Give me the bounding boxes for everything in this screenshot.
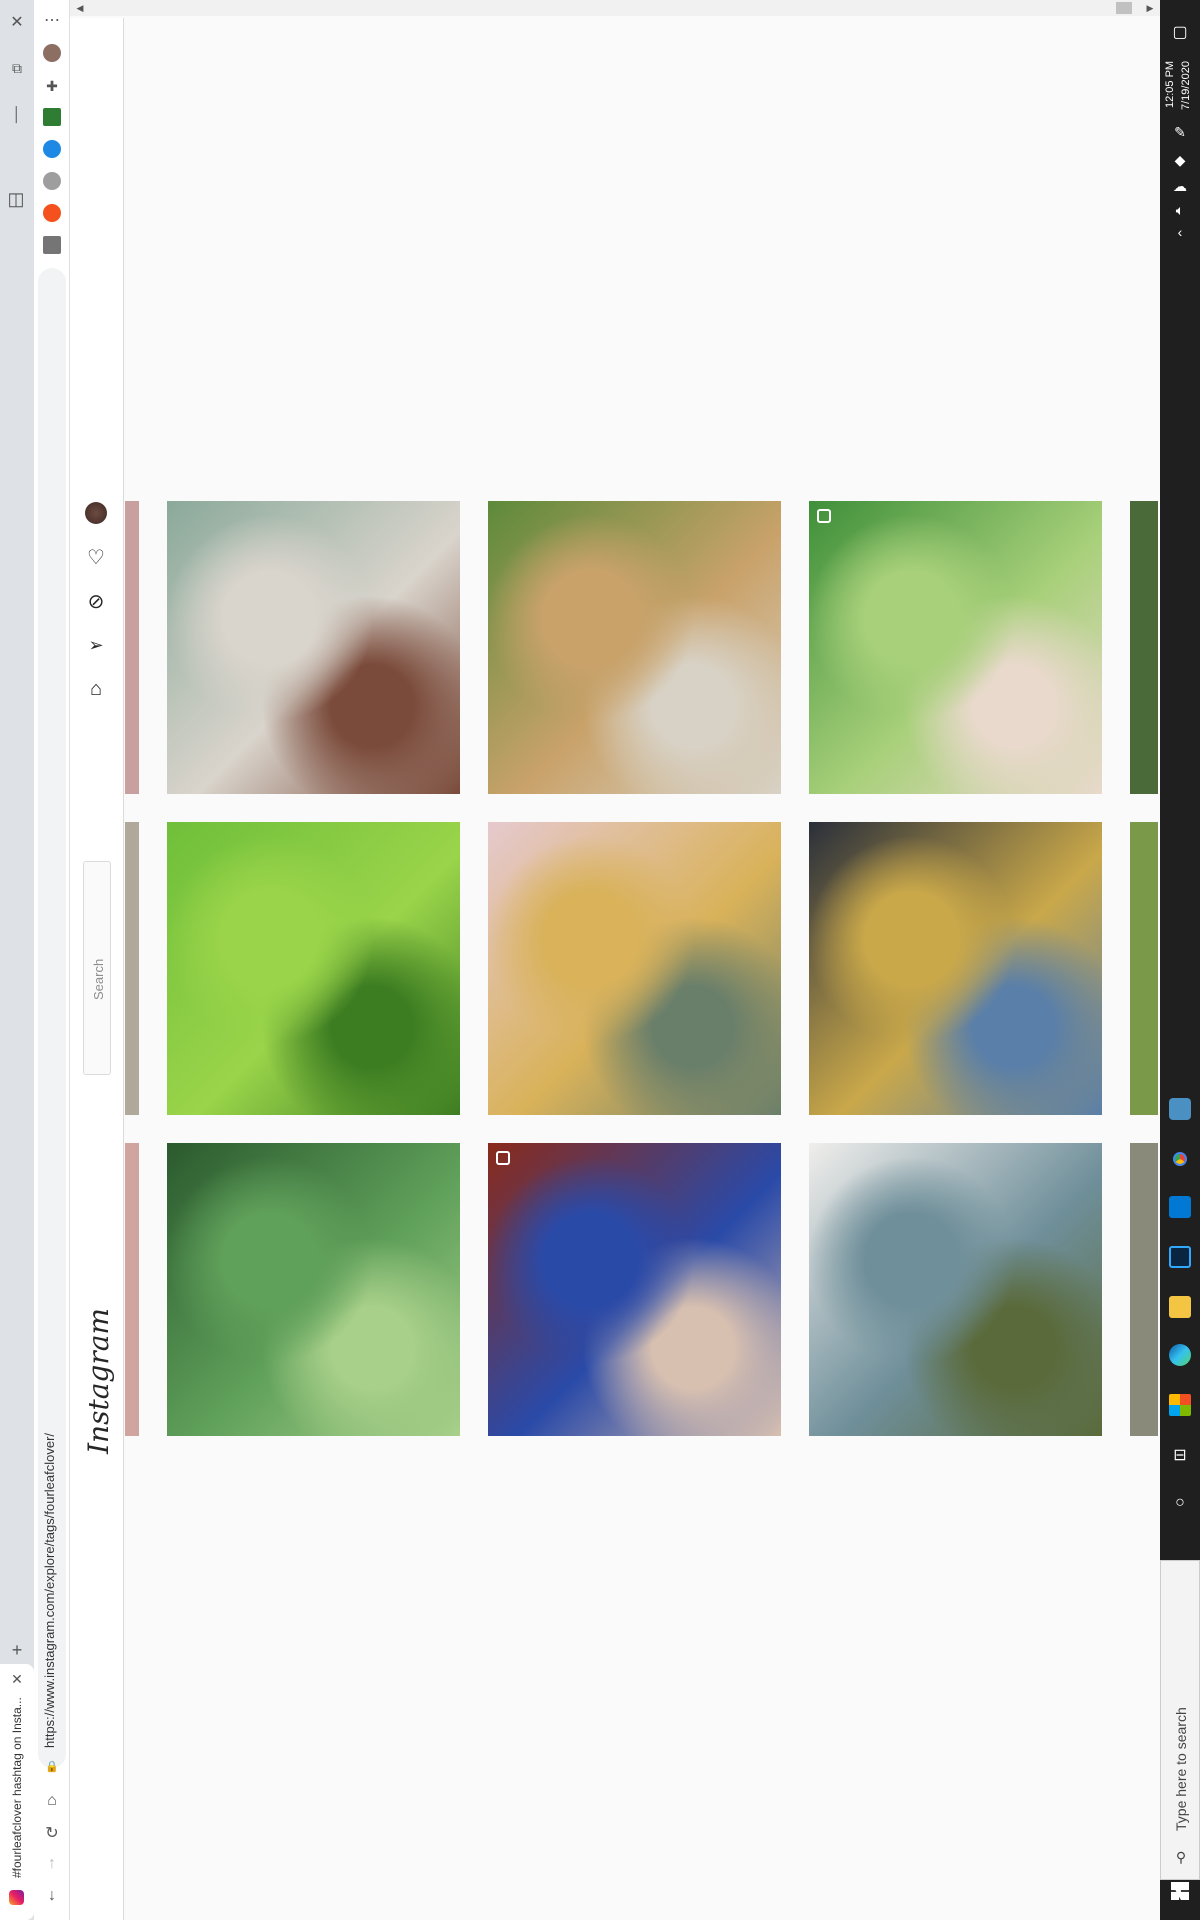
show-hidden-icons-chevron-icon[interactable]: ‹ xyxy=(1170,222,1190,242)
dropbox-icon[interactable]: ◆ xyxy=(1170,150,1190,170)
instagram-nav-bar: ♡ ⊘ ➢ ⌂ Search Instagram xyxy=(70,18,124,1920)
taskbar-search-box[interactable]: Type here to search ⚲ xyxy=(1160,1560,1200,1880)
pen-icon[interactable]: ✎ xyxy=(1170,122,1190,142)
home-icon[interactable]: ⌂ xyxy=(40,1789,64,1813)
post-thumbnail-partial-right[interactable] xyxy=(1130,822,1158,1115)
collections-icon[interactable]: ◫ xyxy=(3,186,29,212)
lock-icon: 🔒 xyxy=(45,1760,59,1773)
post-thumbnail[interactable] xyxy=(809,501,1102,794)
post-thumbnail[interactable] xyxy=(488,1143,781,1436)
outlook-icon[interactable] xyxy=(1169,1196,1191,1218)
minimize-window-icon[interactable]: │ xyxy=(7,104,27,124)
instagram-favicon xyxy=(9,1890,24,1905)
active-tab[interactable]: ✕ #fourleafclover hashtag on Insta... xyxy=(0,1664,34,1920)
url-text: https://www.instagram.com/explore/tags/f… xyxy=(42,1432,57,1748)
clock-time[interactable]: 12:05 PM xyxy=(1164,61,1176,108)
post-thumbnail-partial-right[interactable] xyxy=(1130,501,1158,794)
post-thumbnail[interactable] xyxy=(488,501,781,794)
post-thumbnail[interactable] xyxy=(167,501,460,794)
refresh-icon[interactable]: ↻ xyxy=(40,1821,64,1845)
extensions-icon[interactable]: ✚ xyxy=(42,76,62,96)
start-windows-icon[interactable] xyxy=(1171,1882,1189,1900)
instagram-logo[interactable]: Instagram xyxy=(82,1308,115,1454)
scroll-right-icon[interactable]: ▶ xyxy=(1144,0,1156,16)
forward-icon[interactable]: ↑ xyxy=(40,1852,64,1876)
windows-taskbar: ▢ 12:05 PM 7/19/2020 ✎ ◆ ☁ 🔈︎ ‹ ⊟ ○ Type… xyxy=(1160,0,1200,1920)
close-tab-icon[interactable]: ✕ xyxy=(8,1670,26,1688)
edge-icon[interactable] xyxy=(1169,1344,1191,1366)
post-thumbnail[interactable] xyxy=(488,822,781,1115)
search-placeholder: Search xyxy=(91,958,106,1000)
photoshop-icon[interactable] xyxy=(1169,1246,1191,1268)
task-view-icon[interactable]: ⊟ xyxy=(1169,1444,1191,1466)
post-thumbnail[interactable] xyxy=(809,822,1102,1115)
action-center-icon[interactable]: ▢ xyxy=(1168,20,1192,44)
multi-post-icon xyxy=(817,509,831,523)
horizontal-scrollbar[interactable]: ◀ ▶ xyxy=(70,0,1160,16)
explore-compass-icon[interactable]: ⊘ xyxy=(84,589,108,613)
back-icon[interactable]: ↓ xyxy=(40,1884,64,1908)
restore-window-icon[interactable]: ⧉ xyxy=(7,58,27,78)
post-thumbnail-partial-left[interactable] xyxy=(125,1143,139,1436)
volume-icon[interactable]: 🔈︎ xyxy=(1170,200,1190,220)
post-thumbnail[interactable] xyxy=(167,1143,460,1436)
user-avatar[interactable] xyxy=(85,502,107,524)
home-icon[interactable]: ⌂ xyxy=(84,677,108,701)
scroll-left-icon[interactable]: ◀ xyxy=(74,0,86,16)
file-explorer-icon[interactable] xyxy=(1169,1296,1191,1318)
cloud-icon[interactable]: ☁ xyxy=(1170,176,1190,196)
new-tab-icon[interactable]: + xyxy=(7,1640,27,1660)
close-window-icon[interactable]: ✕ xyxy=(7,12,27,32)
taskbar-search-placeholder: Type here to search xyxy=(1173,1707,1189,1831)
cortana-icon[interactable]: ○ xyxy=(1169,1492,1191,1514)
extension-3-icon[interactable] xyxy=(43,172,61,190)
more-menu-icon[interactable]: ⋯ xyxy=(42,10,62,30)
post-thumbnail[interactable] xyxy=(167,822,460,1115)
chrome-icon[interactable] xyxy=(1169,1148,1191,1170)
direct-messages-icon[interactable]: ➢ xyxy=(84,633,108,657)
scrollbar-thumb[interactable] xyxy=(1116,2,1132,14)
tab-title: #fourleafclover hashtag on Insta... xyxy=(10,1697,24,1878)
post-thumbnail-partial-left[interactable] xyxy=(125,501,139,794)
extension-4-icon[interactable] xyxy=(43,204,61,222)
taskbar-app-1-icon[interactable] xyxy=(1169,1098,1191,1120)
clock-date[interactable]: 7/19/2020 xyxy=(1180,61,1192,110)
post-thumbnail[interactable] xyxy=(809,1143,1102,1436)
post-thumbnail-partial-left[interactable] xyxy=(125,822,139,1115)
extension-5-icon[interactable] xyxy=(43,236,61,254)
extension-1-icon[interactable] xyxy=(43,108,61,126)
profile-avatar-icon[interactable] xyxy=(43,44,61,62)
activity-heart-icon[interactable]: ♡ xyxy=(84,545,108,569)
multi-post-icon xyxy=(496,1151,510,1165)
extension-2-icon[interactable] xyxy=(43,140,61,158)
store-icon[interactable] xyxy=(1169,1394,1191,1416)
search-icon: ⚲ xyxy=(1175,1848,1187,1865)
post-thumbnail-partial-right[interactable] xyxy=(1130,1143,1158,1436)
address-bar[interactable]: 🔒 https://www.instagram.com/explore/tags… xyxy=(38,268,66,1773)
search-box[interactable]: Search xyxy=(83,861,111,1075)
browser-tab-strip: ✕ ⧉ │ ◫ ✕ #fourleafclover hashtag on Ins… xyxy=(0,0,34,1920)
